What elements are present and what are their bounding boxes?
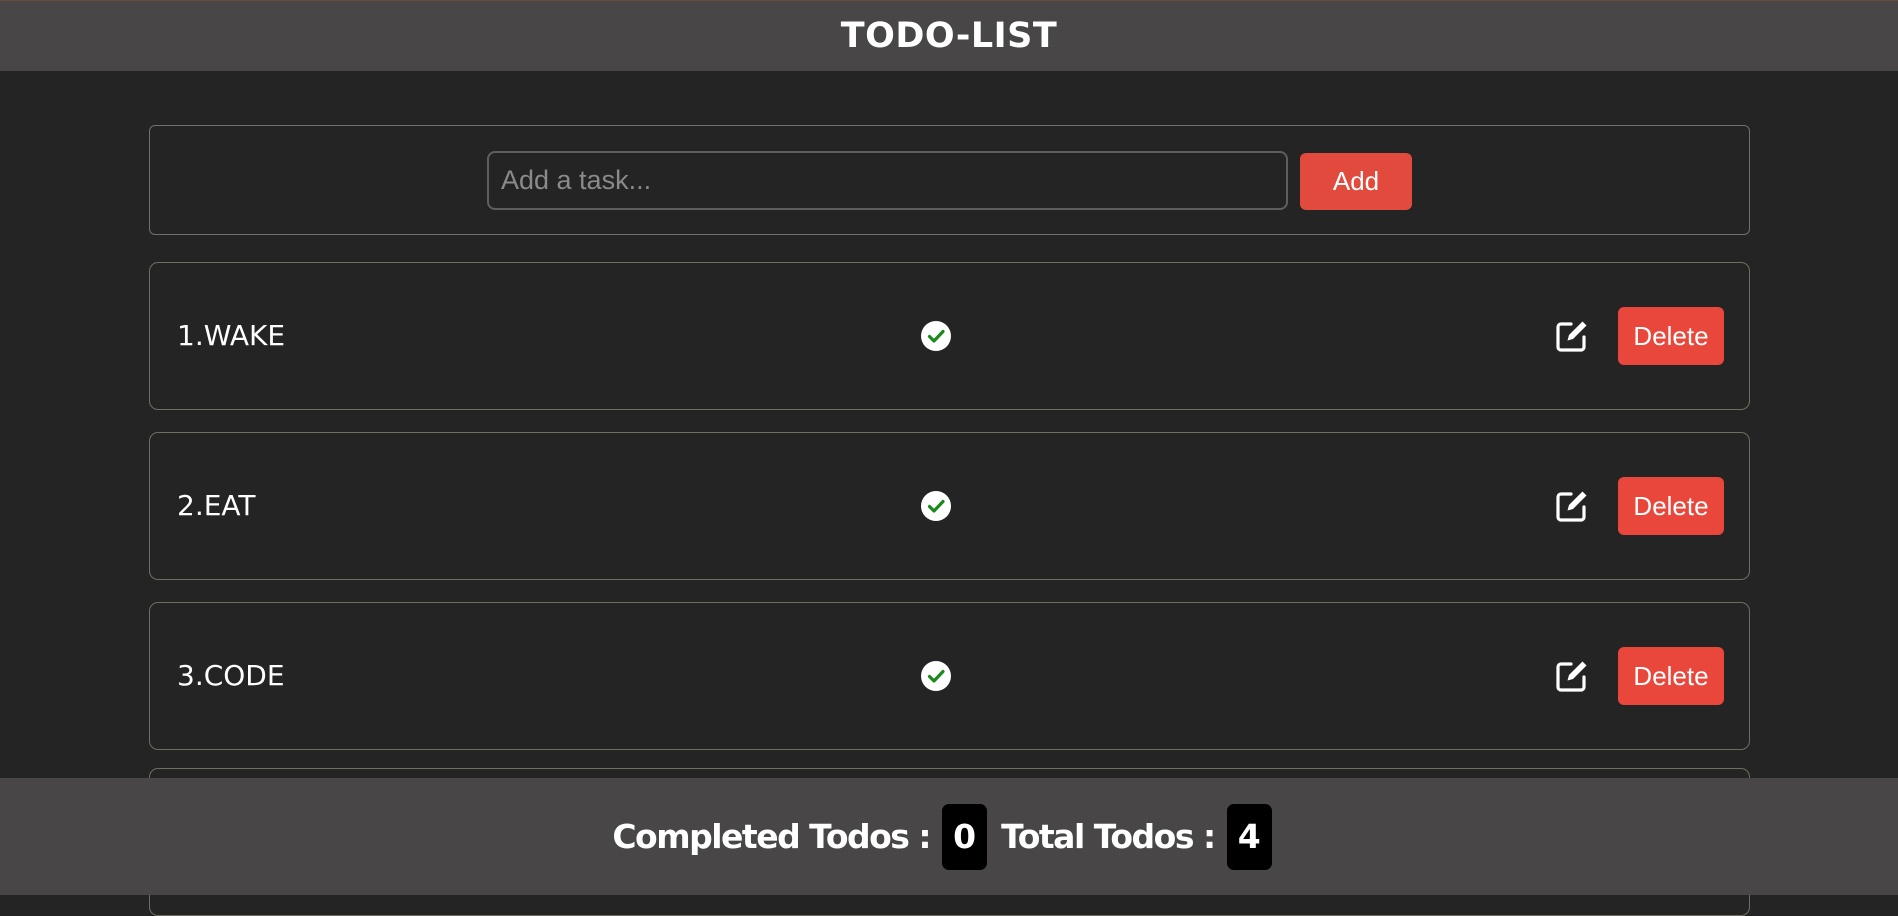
- todo-label: 2.EAT: [177, 489, 256, 522]
- todo-item: 1.WAKE Delete: [149, 262, 1750, 410]
- page-title: TODO-LIST: [840, 16, 1058, 56]
- footer-bar: Completed Todos : 0 Total Todos : 4: [0, 778, 1898, 895]
- total-count-badge: 4: [1226, 803, 1272, 870]
- delete-button[interactable]: Delete: [1618, 477, 1724, 535]
- todo-item: 2.EAT Delete: [149, 432, 1750, 580]
- todo-label: 1.WAKE: [177, 319, 286, 352]
- edit-icon[interactable]: [1555, 319, 1589, 353]
- completed-count-badge: 0: [942, 803, 988, 870]
- todo-item: 3.CODE Delete: [149, 602, 1750, 750]
- delete-button[interactable]: Delete: [1618, 307, 1724, 365]
- completed-todos-label: Completed Todos :: [612, 817, 931, 856]
- check-circle-icon[interactable]: [920, 660, 952, 692]
- todo-label: 3.CODE: [177, 659, 285, 692]
- edit-icon[interactable]: [1555, 489, 1589, 523]
- add-button[interactable]: Add: [1300, 153, 1412, 210]
- header-bar: TODO-LIST: [0, 0, 1898, 71]
- edit-icon[interactable]: [1555, 659, 1589, 693]
- check-circle-icon[interactable]: [920, 320, 952, 352]
- task-input[interactable]: [487, 151, 1288, 210]
- total-todos-label: Total Todos :: [1001, 817, 1216, 856]
- delete-button[interactable]: Delete: [1618, 647, 1724, 705]
- check-circle-icon[interactable]: [920, 490, 952, 522]
- add-task-panel: Add: [149, 125, 1750, 235]
